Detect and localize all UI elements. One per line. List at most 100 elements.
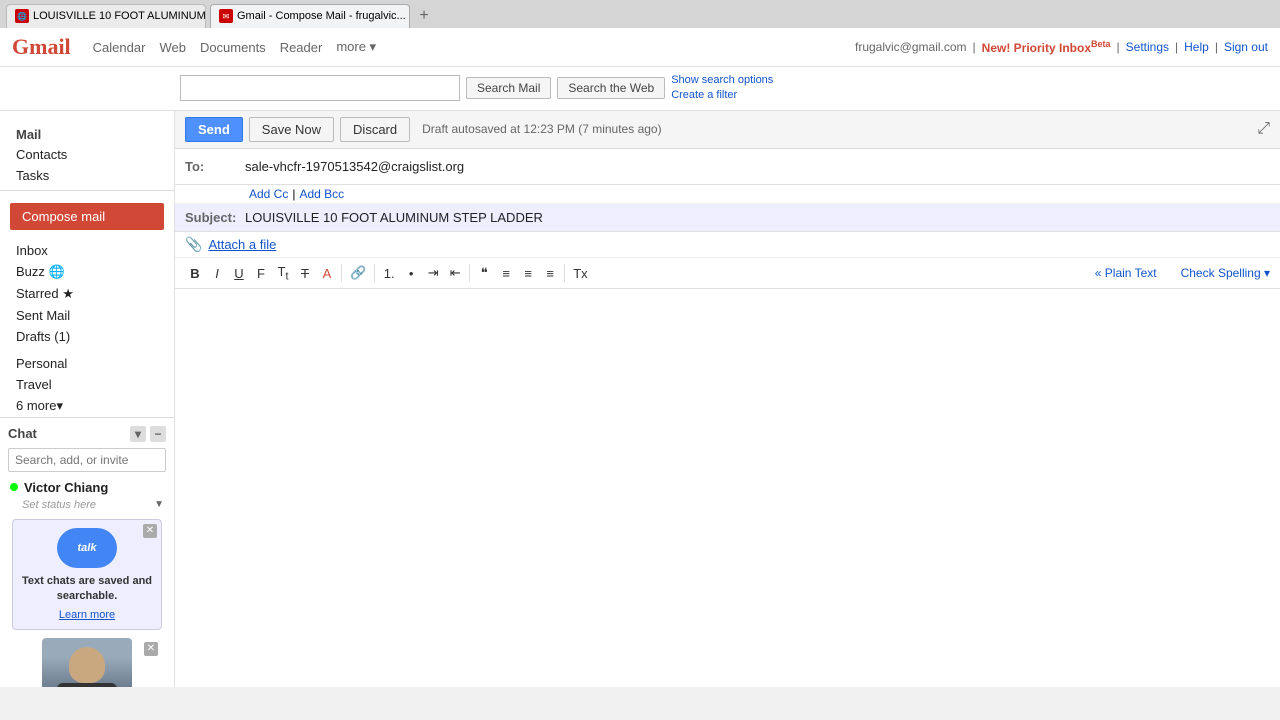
search-input[interactable]	[180, 75, 460, 101]
send-button[interactable]: Send	[185, 117, 243, 142]
format-ul-button[interactable]: •	[401, 264, 421, 283]
sidebar-item-starred[interactable]: Starred ★	[0, 283, 174, 305]
nav-documents[interactable]: Documents	[200, 40, 266, 55]
format-link-button[interactable]: 🔗	[346, 263, 370, 283]
format-italic-button[interactable]: I	[207, 264, 227, 283]
tab-2-favicon: ✉	[219, 9, 233, 23]
format-bold-button[interactable]: B	[185, 264, 205, 283]
sidebar-mail-section: Mail Contacts Tasks	[0, 119, 174, 190]
discard-button[interactable]: Discard	[340, 117, 410, 142]
format-font-button[interactable]: F	[251, 264, 271, 283]
format-indent-button[interactable]: ⇥	[423, 263, 443, 283]
chat-options-icon[interactable]: ▾	[130, 426, 146, 442]
user-email: frugalvic@gmail.com	[855, 40, 967, 54]
nav-calendar[interactable]: Calendar	[93, 40, 146, 55]
format-align-right-button[interactable]: ≡	[540, 264, 560, 283]
new-tab-button[interactable]: +	[414, 6, 434, 26]
tab-2-label: Gmail - Compose Mail - frugalvic...	[237, 10, 406, 22]
format-strikethrough-button[interactable]: T	[295, 264, 315, 283]
format-remove-button[interactable]: Tx	[569, 264, 591, 283]
chat-section: Chat ▾ − Victor Chiang Set status here ▼…	[0, 417, 174, 687]
nav-web[interactable]: Web	[159, 40, 186, 55]
sidebar-item-more[interactable]: 6 more▾	[0, 395, 174, 417]
chat-user-name: Victor Chiang	[24, 480, 108, 495]
tab-2[interactable]: ✉ Gmail - Compose Mail - frugalvic... ✕	[210, 4, 410, 28]
format-align-center-button[interactable]: ≡	[518, 264, 538, 283]
to-field: To:	[175, 149, 1280, 185]
cc-bcc-row: Add Cc | Add Bcc	[175, 185, 1280, 204]
sidebar-item-personal[interactable]: Personal	[0, 353, 174, 374]
format-color-button[interactable]: A	[317, 264, 337, 283]
priority-inbox-link[interactable]: New! Priority InboxBeta	[982, 39, 1111, 55]
chat-label: Chat	[8, 426, 37, 441]
plain-text-link[interactable]: « Plain Text	[1095, 266, 1157, 280]
create-filter-link[interactable]: Create a filter	[671, 88, 773, 103]
talk-widget-close[interactable]: ✕	[143, 524, 157, 538]
search-mail-button[interactable]: Search Mail	[466, 77, 551, 99]
talk-logo: talk	[57, 528, 117, 568]
to-input[interactable]	[245, 159, 1270, 174]
search-bar: Search Mail Search the Web Show search o…	[0, 67, 1280, 111]
settings-link[interactable]: Settings	[1126, 40, 1169, 54]
to-label: To:	[185, 159, 245, 174]
format-align-left-button[interactable]: ≡	[496, 264, 516, 283]
video-widget: ✕ Talk face to face Try video chat	[12, 638, 162, 687]
show-search-options-link[interactable]: Show search options	[671, 73, 773, 88]
sidebar-mail-label: Mail	[0, 123, 174, 144]
format-quote-button[interactable]: ❝	[474, 263, 494, 283]
sidebar-item-tasks[interactable]: Tasks	[0, 165, 174, 186]
sidebar-item-sent[interactable]: Sent Mail	[0, 305, 174, 326]
sidebar-item-contacts[interactable]: Contacts	[0, 144, 174, 165]
add-bcc-link[interactable]: Add Bcc	[299, 187, 344, 201]
attach-file-link[interactable]: Attach a file	[208, 237, 276, 252]
nav-separator-4: |	[1215, 40, 1218, 54]
format-separator-2	[374, 264, 375, 282]
search-options: Show search options Create a filter	[671, 73, 773, 104]
sidebar: Mail Contacts Tasks Compose mail Inbox B…	[0, 111, 175, 687]
compose-area: Send Save Now Discard Draft autosaved at…	[175, 111, 1280, 687]
format-ol-button[interactable]: 1.	[379, 264, 399, 283]
format-size-button[interactable]: Tt	[273, 262, 293, 285]
nav-separator-2: |	[1117, 40, 1120, 54]
sign-out-link[interactable]: Sign out	[1224, 40, 1268, 54]
chat-minimize-icon[interactable]: −	[150, 426, 166, 442]
expand-compose-icon[interactable]: ⤢	[1257, 120, 1270, 138]
subject-label: Subject:	[185, 210, 245, 225]
talk-text: Text chats are saved and searchable.	[21, 574, 153, 605]
nav-reader[interactable]: Reader	[280, 40, 323, 55]
gmail-nav-right: frugalvic@gmail.com | New! Priority Inbo…	[855, 39, 1268, 55]
sidebar-item-buzz[interactable]: Buzz 🌐	[0, 261, 174, 283]
sidebar-item-travel[interactable]: Travel	[0, 374, 174, 395]
sidebar-item-inbox[interactable]: Inbox	[0, 240, 174, 261]
video-thumbnail[interactable]	[42, 638, 132, 687]
compose-toolbar: Send Save Now Discard Draft autosaved at…	[175, 111, 1280, 149]
format-outdent-button[interactable]: ⇤	[445, 263, 465, 283]
nav-separator-3: |	[1175, 40, 1178, 54]
learn-more-link[interactable]: Learn more	[21, 609, 153, 621]
video-face-head	[69, 647, 105, 683]
tab-1[interactable]: 🌐 LOUISVILLE 10 FOOT ALUMINUM STEP ... ✕	[6, 4, 206, 28]
draft-status: Draft autosaved at 12:23 PM (7 minutes a…	[422, 122, 661, 136]
add-cc-link[interactable]: Add Cc	[249, 187, 288, 201]
subject-input[interactable]	[245, 210, 1270, 225]
check-spelling-link[interactable]: Check Spelling ▾	[1181, 266, 1270, 280]
search-web-button[interactable]: Search the Web	[557, 77, 665, 99]
chat-search-input[interactable]	[8, 448, 166, 472]
compose-button[interactable]: Compose mail	[10, 203, 164, 230]
format-toolbar: B I U F Tt T A 🔗 1. • ⇥ ⇤ ❝ ≡ ≡ ≡ T	[175, 258, 1280, 290]
compose-form: To: Add Cc | Add Bcc Subject: 📎 Attach a…	[175, 149, 1280, 590]
video-face-body	[57, 683, 117, 687]
format-underline-button[interactable]: U	[229, 264, 249, 283]
chat-user-status-arrow: ▼	[154, 499, 164, 510]
tab-1-favicon: 🌐	[15, 9, 29, 23]
compose-body[interactable]	[175, 289, 1280, 589]
video-widget-close[interactable]: ✕	[144, 642, 158, 656]
tab-1-label: LOUISVILLE 10 FOOT ALUMINUM STEP ...	[33, 10, 206, 22]
save-now-button[interactable]: Save Now	[249, 117, 334, 142]
nav-more[interactable]: more ▾	[336, 39, 376, 55]
chat-user-victor[interactable]: Victor Chiang	[8, 476, 166, 499]
sidebar-item-drafts[interactable]: Drafts (1)	[0, 326, 174, 347]
gmail-nav-left: Gmail Calendar Web Documents Reader more…	[12, 34, 376, 60]
gmail-brand: Gmail	[12, 34, 71, 60]
help-link[interactable]: Help	[1184, 40, 1209, 54]
